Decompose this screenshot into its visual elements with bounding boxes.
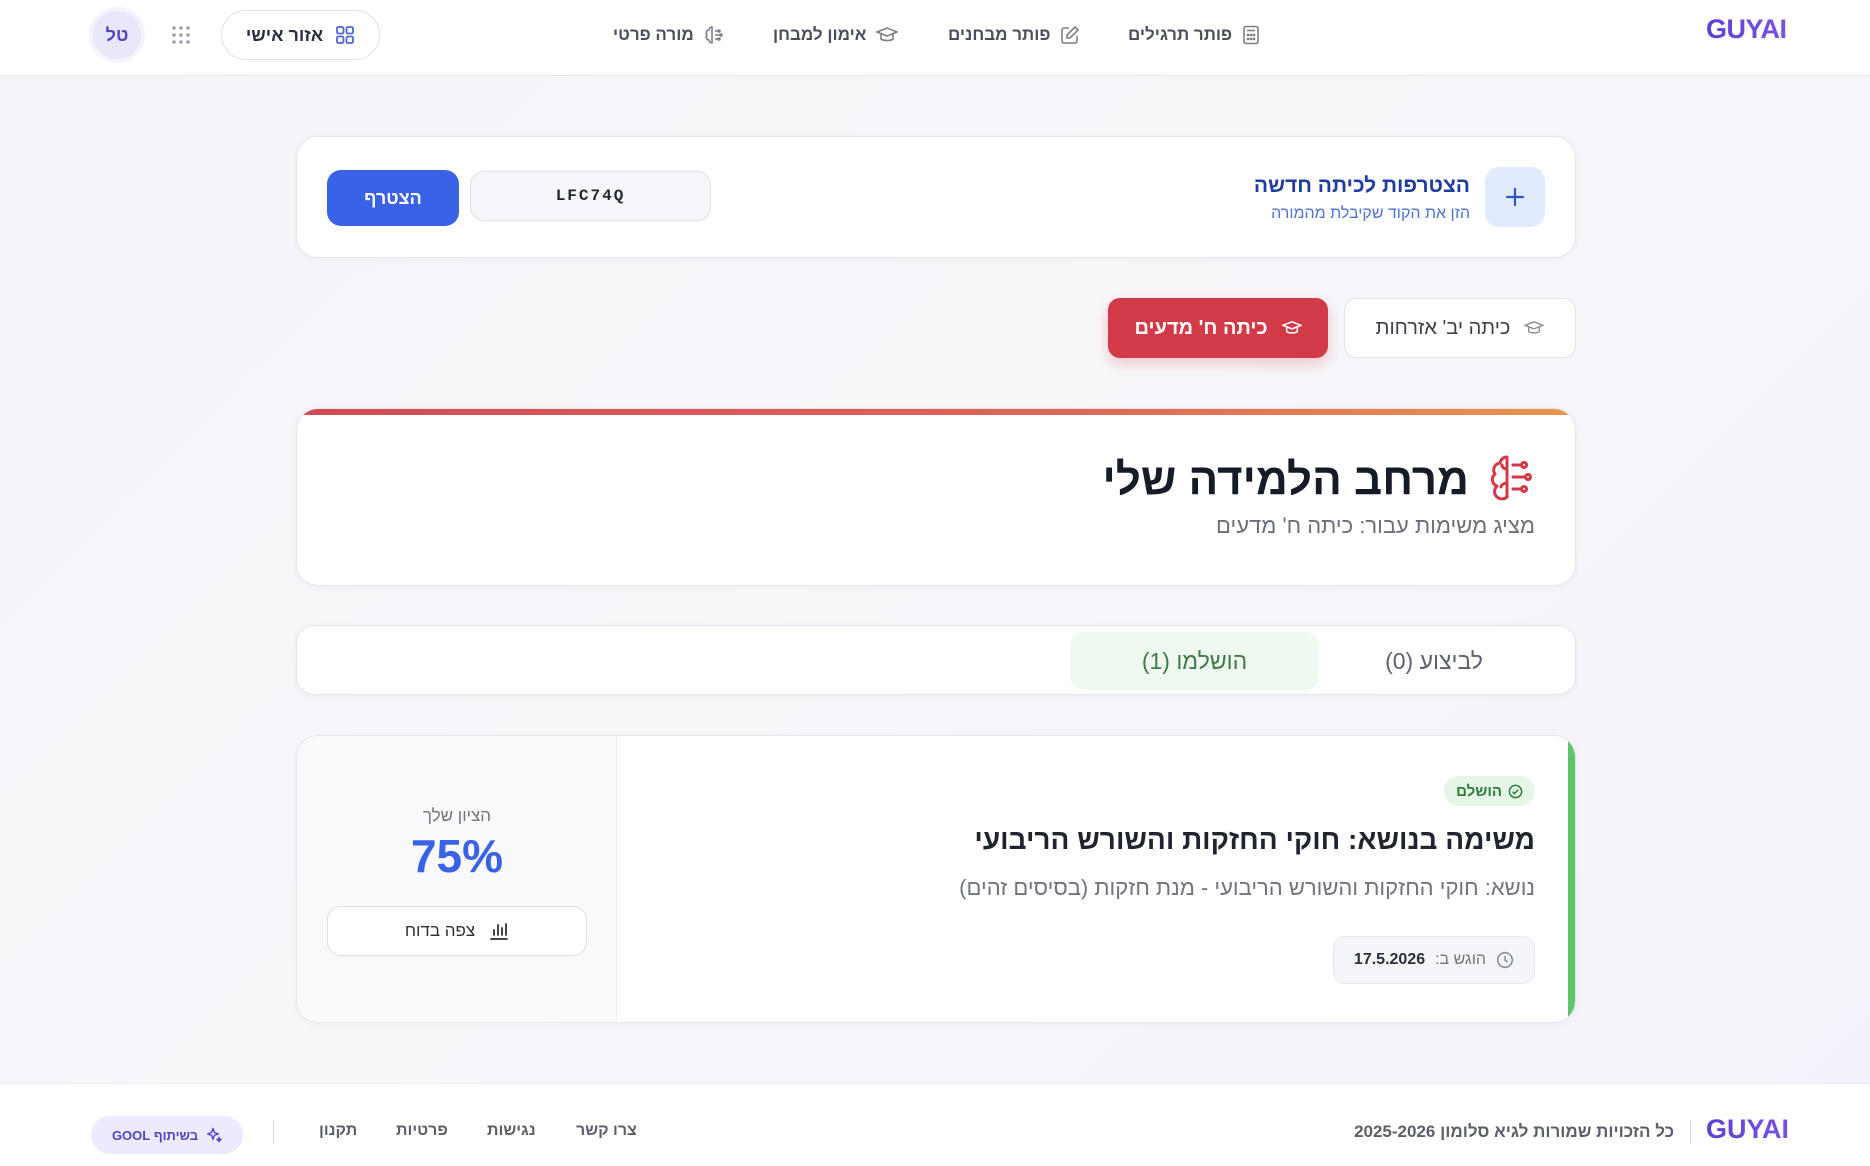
grade-value: 75% (410, 830, 504, 882)
personal-area-button[interactable]: אזור אישי (221, 10, 380, 60)
divider (1690, 1120, 1691, 1144)
check-circle-icon (1508, 784, 1523, 798)
logo[interactable]: GUYAI (1706, 14, 1787, 45)
page-subtitle: מציג משימות עבור: כיתה ח' מדעים (1216, 513, 1535, 538)
tab-todo[interactable]: לביצוע (0) (1324, 632, 1544, 690)
calculator-icon (1243, 25, 1259, 45)
footer-logo[interactable]: GUYAI (1706, 1114, 1789, 1145)
nav-label: פותר מבחנים (948, 25, 1051, 44)
class-chip-science[interactable]: כיתה ח' מדעים (1108, 298, 1328, 358)
footer-link-privacy[interactable]: פרטיות (396, 1122, 448, 1140)
accent-bar (297, 409, 1575, 415)
graduation-cap-icon (1524, 321, 1545, 334)
top-navbar: טל אזור אישי פותר תרגילים פותר מבחנים אי… (0, 0, 1870, 76)
join-class-subtitle: הזן את הקוד שקיבלת מהמורה (1271, 205, 1470, 222)
tab-completed[interactable]: הושלמו (1) (1070, 632, 1319, 690)
assignment-card: הציון שלך 75% צפה בדוח הושלם משימה בנושא… (296, 735, 1576, 1023)
nav-private-tutor[interactable]: מורה פרטי (613, 20, 724, 50)
class-chip-label: כיתה יב' אזרחות (1375, 316, 1511, 339)
copyright: כל הזכויות שמורות לגיא סלומון 2025-2026 (1354, 1122, 1674, 1141)
bar-chart-icon (490, 923, 509, 940)
submitted-label: הוגש ב: (1435, 951, 1486, 968)
submitted-date: הוגש ב: 17.5.2026 (1332, 936, 1535, 984)
brain-icon (705, 26, 723, 44)
nav-exam-solver[interactable]: פותר מבחנים (948, 20, 1080, 50)
brain-icon (1490, 455, 1532, 501)
graduation-cap-icon (1281, 320, 1302, 334)
dashboard-icon (336, 26, 355, 44)
nav-label: מורה פרטי (613, 25, 694, 44)
class-chip-civics[interactable]: כיתה יב' אזרחות (1344, 298, 1576, 358)
tasks-tabs: לביצוע (0) הושלמו (1) (296, 625, 1576, 695)
footer-link-terms[interactable]: תקנון (319, 1122, 357, 1140)
pencil-square-icon (1061, 25, 1080, 44)
status-badge: הושלם (1444, 776, 1535, 806)
join-button[interactable]: הצטרף (327, 170, 459, 226)
assignment-title: משימה בנושא: חוקי החזקות והשורש הריבועי (974, 824, 1535, 855)
page-title: מרחב הלמידה שלי (1102, 455, 1469, 504)
nav-label: פותר תרגילים (1128, 25, 1233, 44)
view-report-label: צפה בדוח (404, 921, 476, 940)
nav-label: אימון למבחן (773, 25, 867, 44)
personal-area-label: אזור אישי (245, 24, 324, 45)
view-report-button[interactable]: צפה בדוח (327, 906, 587, 956)
partner-badge[interactable]: בשיתוף GOOL (91, 1116, 243, 1154)
footer-link-contact[interactable]: צרו קשר (576, 1122, 637, 1140)
avatar[interactable]: טל (93, 11, 141, 59)
clock-icon (1496, 951, 1514, 969)
divider (273, 1120, 274, 1144)
class-code-input[interactable] (470, 171, 711, 221)
class-chip-label: כיתה ח' מדעים (1134, 316, 1268, 339)
apps-grid-icon[interactable] (170, 24, 192, 46)
status-label: הושלם (1456, 782, 1502, 800)
grade-label: הציון שלך (422, 806, 492, 825)
footer: GUYAI כל הזכויות שמורות לגיא סלומון 2025… (0, 1083, 1870, 1166)
join-class-title: הצטרפות לכיתה חדשה (1253, 174, 1470, 197)
add-class-icon[interactable] (1485, 167, 1545, 227)
sparkle-icon (206, 1127, 222, 1143)
status-strip (1568, 736, 1575, 1022)
submitted-date-value: 17.5.2026 (1353, 951, 1426, 968)
grade-panel: הציון שלך 75% צפה בדוח (297, 736, 617, 1022)
footer-link-accessibility[interactable]: נגישות (487, 1122, 536, 1140)
assignment-topic: נושא: חוקי החזקות והשורש הריבועי - מנת ח… (959, 875, 1535, 900)
graduation-cap-icon (876, 27, 899, 42)
learning-space-card: מרחב הלמידה שלי מציג משימות עבור: כיתה ח… (296, 408, 1576, 586)
partner-label: בשיתוף GOOL (111, 1127, 199, 1143)
join-class-card: הצטרפות לכיתה חדשה הזן את הקוד שקיבלת מה… (296, 136, 1576, 258)
nav-exam-training[interactable]: אימון למבחן (773, 20, 899, 50)
nav-exercise-solver[interactable]: פותר תרגילים (1128, 20, 1260, 50)
